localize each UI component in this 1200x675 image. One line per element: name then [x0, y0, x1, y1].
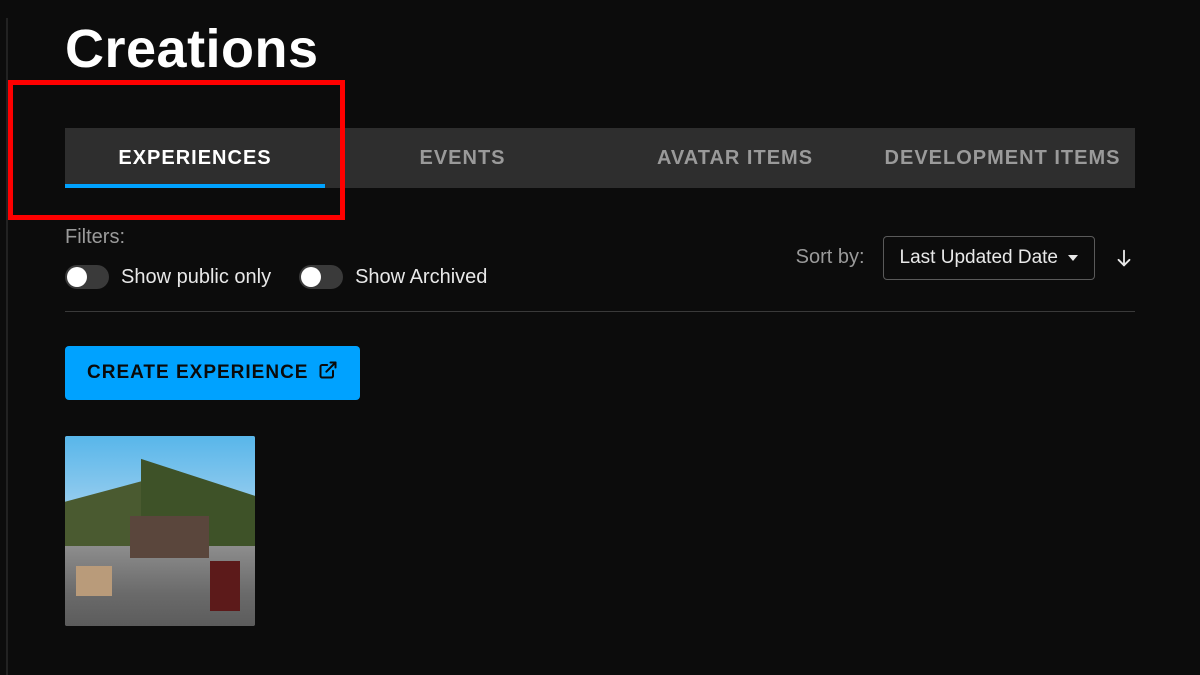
create-experience-button[interactable]: CREATE EXPERIENCE	[65, 346, 360, 400]
toggle-switch-archived[interactable]	[299, 265, 343, 289]
toggle-knob	[301, 267, 321, 287]
toggle-show-public-only: Show public only	[65, 265, 271, 289]
creations-page: Creations EXPERIENCES EVENTS AVATAR ITEM…	[0, 18, 1200, 626]
window-left-edge	[6, 18, 8, 675]
tabs-container: EXPERIENCES EVENTS AVATAR ITEMS DEVELOPM…	[65, 128, 1135, 188]
toggle-switch-public[interactable]	[65, 265, 109, 289]
external-link-icon	[318, 360, 338, 386]
experiences-grid	[65, 436, 1135, 626]
sort-selected-value: Last Updated Date	[900, 247, 1058, 269]
filters-row: Filters: Show public only Show Archived …	[65, 226, 1135, 289]
experience-thumbnail[interactable]	[65, 436, 255, 626]
tab-label: EXPERIENCES	[118, 147, 271, 170]
tab-experiences[interactable]: EXPERIENCES	[65, 128, 325, 188]
tab-avatar-items[interactable]: AVATAR ITEMS	[600, 128, 870, 188]
tab-label: DEVELOPMENT ITEMS	[885, 147, 1121, 170]
thumb-building	[130, 516, 210, 558]
divider	[65, 311, 1135, 312]
tab-events[interactable]: EVENTS	[325, 128, 600, 188]
tabs-bar: EXPERIENCES EVENTS AVATAR ITEMS DEVELOPM…	[65, 128, 1135, 188]
toggle-label: Show public only	[121, 266, 271, 289]
toggle-knob	[67, 267, 87, 287]
tab-development-items[interactable]: DEVELOPMENT ITEMS	[870, 128, 1135, 188]
tab-label: EVENTS	[419, 147, 505, 170]
toggle-label: Show Archived	[355, 266, 487, 289]
caret-down-icon	[1068, 255, 1078, 261]
page-title: Creations	[65, 18, 1135, 80]
arrow-down-icon	[1113, 247, 1135, 269]
create-button-label: CREATE EXPERIENCE	[87, 362, 308, 384]
thumb-object	[210, 561, 240, 611]
sort-group: Sort by: Last Updated Date	[796, 236, 1135, 280]
filters-label: Filters:	[65, 226, 487, 249]
sort-select[interactable]: Last Updated Date	[883, 236, 1095, 280]
filters-left: Filters: Show public only Show Archived	[65, 226, 487, 289]
sort-direction-button[interactable]	[1113, 247, 1135, 269]
sort-label: Sort by:	[796, 246, 865, 269]
thumb-object	[76, 566, 112, 596]
toggle-show-archived: Show Archived	[299, 265, 487, 289]
tab-label: AVATAR ITEMS	[657, 147, 813, 170]
toggle-row: Show public only Show Archived	[65, 265, 487, 289]
